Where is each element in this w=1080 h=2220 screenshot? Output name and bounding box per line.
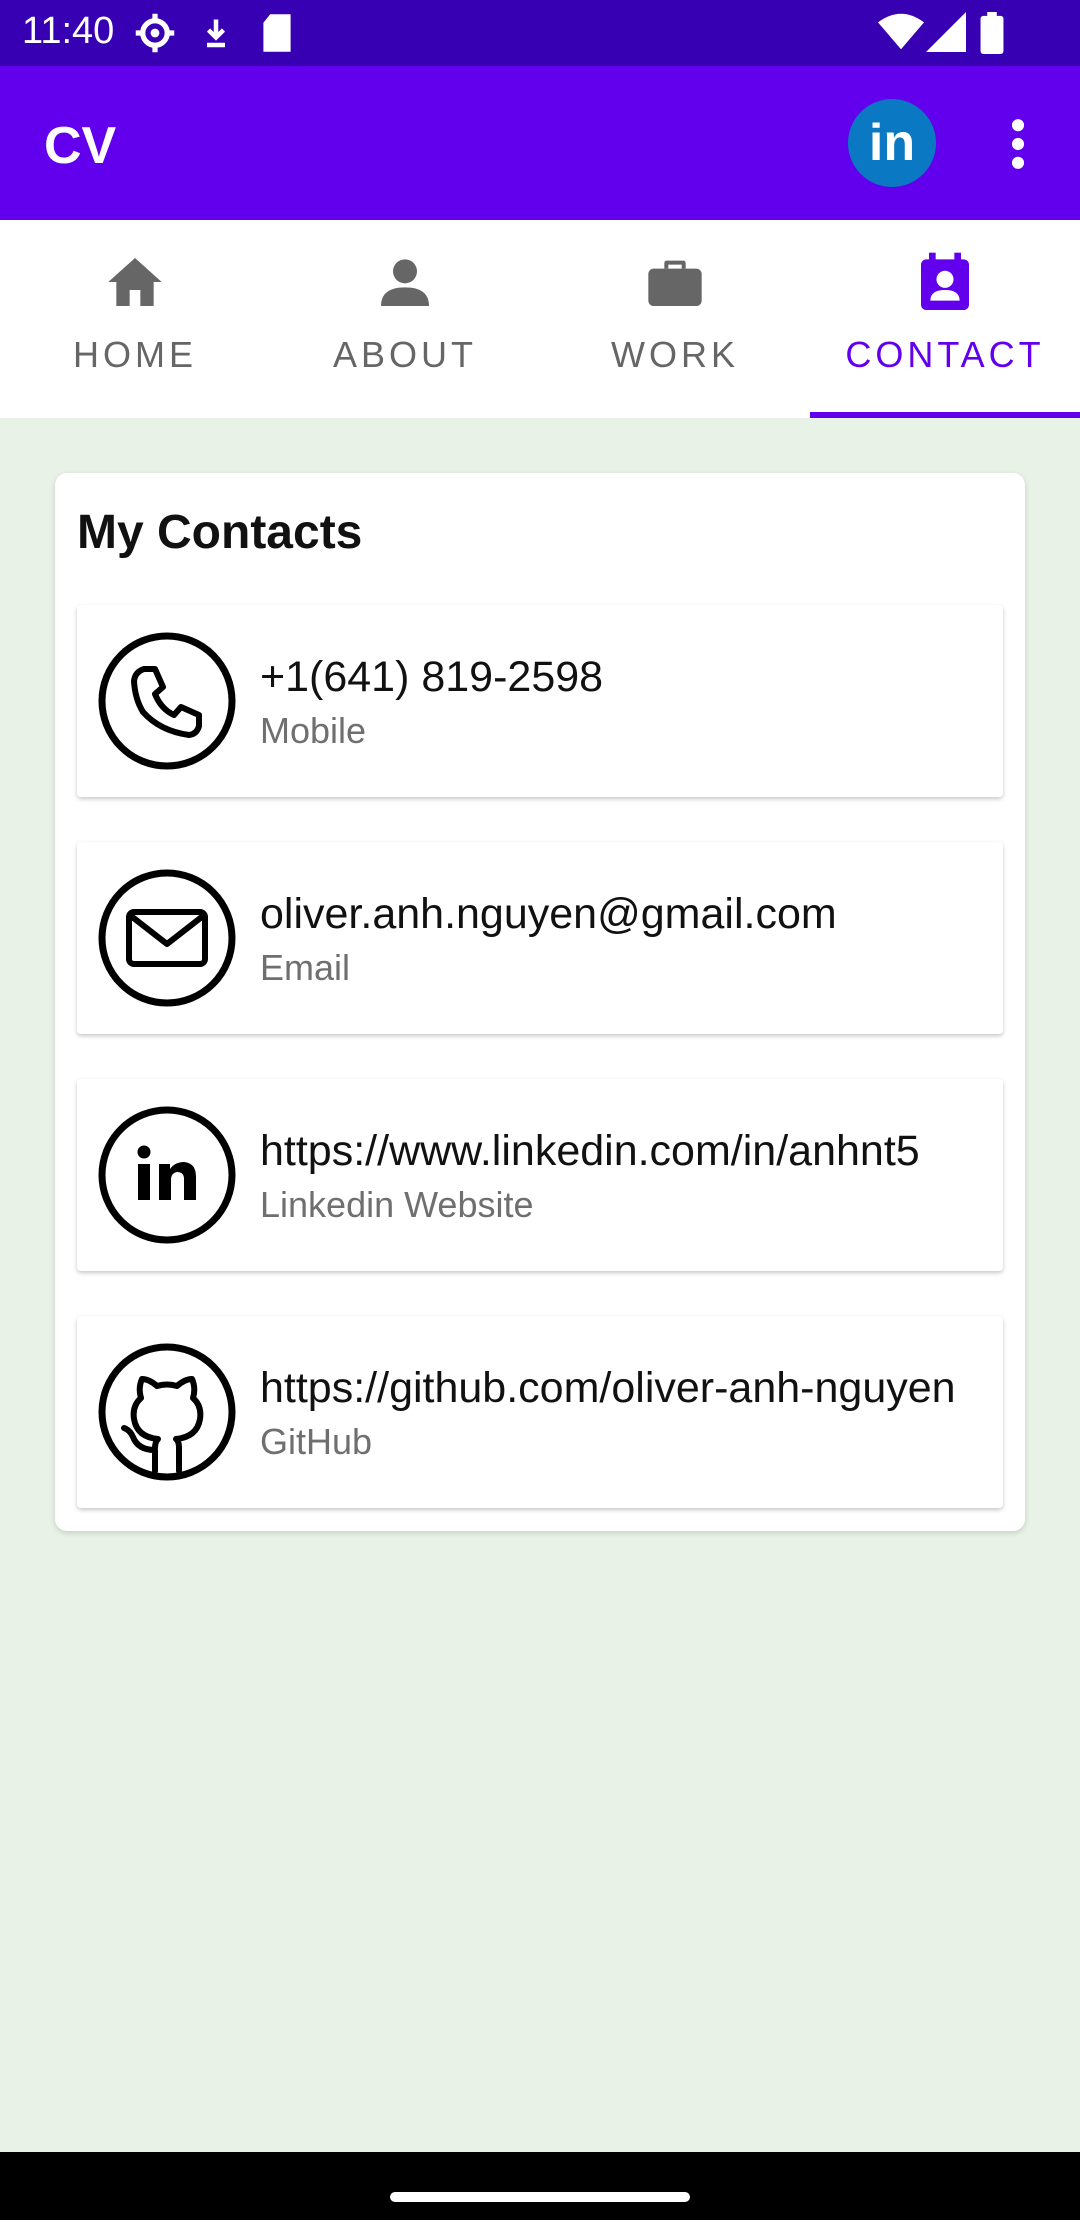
app-title: CV [44, 117, 117, 175]
status-bar: 11:40 [0, 0, 1080, 66]
briefcase-icon [648, 260, 702, 306]
download-icon [206, 19, 226, 48]
app-bar: CV in [0, 66, 1080, 220]
sd-card-icon [263, 14, 291, 52]
linkedin-icon [98, 1106, 236, 1244]
settings-icon [135, 13, 175, 53]
signal-icon [926, 12, 966, 52]
tab-work[interactable]: WORK [540, 220, 810, 418]
home-icon [108, 258, 162, 306]
tab-work-label: WORK [611, 334, 739, 375]
contact-linkedin-type: Linkedin Website [260, 1184, 534, 1225]
tab-contact[interactable]: CONTACT [810, 220, 1080, 418]
contact-phone-value: +1(641) 819-2598 [260, 653, 604, 701]
contact-linkedin-value: https://www.linkedin.com/in/anhnt5 [260, 1127, 920, 1175]
contact-phone-type: Mobile [260, 710, 367, 751]
contact-row-github[interactable]: https://github.com/oliver-anh-nguyen Git… [77, 1316, 1003, 1508]
linkedin-icon: in [868, 114, 916, 172]
system-nav-bar [0, 2152, 1080, 2220]
tab-bar: HOME ABOUT WORK CONTACT [0, 220, 1080, 418]
linkedin-button[interactable]: in [848, 99, 936, 187]
contacts-card: My Contacts +1(641) 819-2598 Mobile oliv… [55, 473, 1025, 1531]
more-vert-icon[interactable] [1000, 118, 1036, 170]
email-icon [98, 869, 236, 1007]
person-icon [381, 259, 429, 306]
github-icon [98, 1343, 236, 1481]
phone-icon [98, 632, 236, 770]
tab-about[interactable]: ABOUT [270, 220, 540, 418]
contact-row-linkedin[interactable]: https://www.linkedin.com/in/anhnt5 Linke… [77, 1079, 1003, 1271]
contact-row-email[interactable]: oliver.anh.nguyen@gmail.com Email [77, 842, 1003, 1034]
tab-about-label: ABOUT [332, 334, 477, 375]
contact-github-value: https://github.com/oliver-anh-nguyen [260, 1364, 956, 1412]
home-gesture-handle[interactable] [390, 2192, 690, 2202]
wifi-icon [878, 13, 924, 50]
status-time: 11:40 [22, 10, 115, 52]
tab-home-label: HOME [73, 334, 197, 375]
contact-github-type: GitHub [260, 1421, 373, 1462]
contact-email-type: Email [260, 947, 351, 988]
contact-row-phone[interactable]: +1(641) 819-2598 Mobile [77, 605, 1003, 797]
tab-indicator [810, 412, 1080, 418]
tab-contact-label: CONTACT [845, 334, 1045, 375]
tab-home[interactable]: HOME [0, 220, 270, 418]
contact-icon [921, 252, 969, 310]
battery-icon [980, 12, 1004, 54]
contact-email-value: oliver.anh.nguyen@gmail.com [260, 890, 837, 938]
contacts-title: My Contacts [77, 506, 363, 559]
